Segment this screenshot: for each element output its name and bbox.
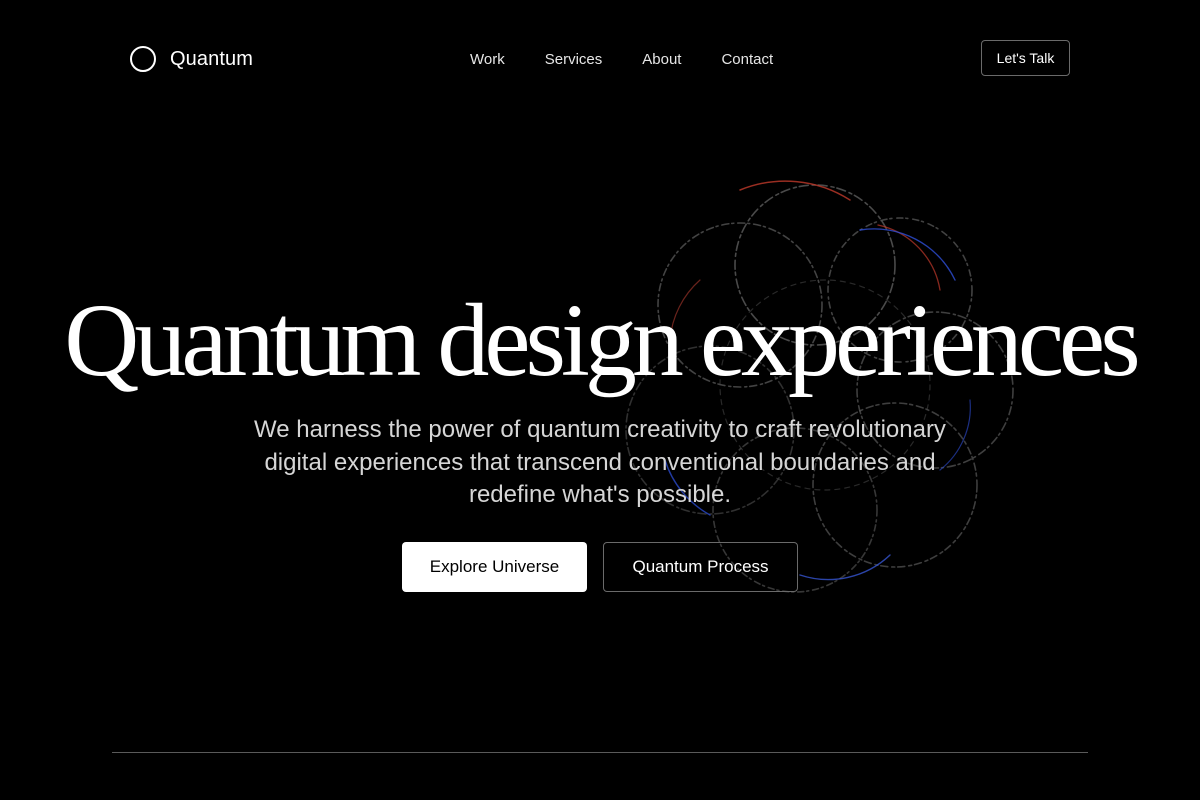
- orbit-accent-blue: [799, 554, 891, 581]
- orbit-accent-red: [739, 180, 851, 201]
- site-header: Quantum Work Services About Contact Let'…: [0, 0, 1200, 118]
- hero-subtitle: We harness the power of quantum creativi…: [254, 416, 946, 508]
- logo-link[interactable]: Quantum: [130, 44, 253, 74]
- hero-title: Quantum design experiences: [64, 283, 1140, 398]
- nav-link-work[interactable]: Work: [470, 51, 505, 68]
- quantum-process-button[interactable]: Quantum Process: [603, 542, 798, 592]
- landing-page: Quantum Work Services About Contact Let'…: [0, 0, 1200, 800]
- orbit-accent-blue: [859, 228, 956, 281]
- lets-talk-button[interactable]: Let's Talk: [981, 40, 1070, 76]
- explore-universe-button[interactable]: Explore Universe: [402, 542, 587, 592]
- main-nav: Work Services About Contact: [470, 48, 773, 70]
- section-divider: [112, 752, 1088, 753]
- orbit-accent-red: [877, 224, 941, 291]
- logo-text: Quantum: [170, 47, 253, 70]
- ring-logo-icon: [130, 46, 156, 72]
- nav-link-services[interactable]: Services: [545, 51, 603, 68]
- nav-link-about[interactable]: About: [642, 51, 681, 68]
- nav-link-contact[interactable]: Contact: [721, 51, 773, 68]
